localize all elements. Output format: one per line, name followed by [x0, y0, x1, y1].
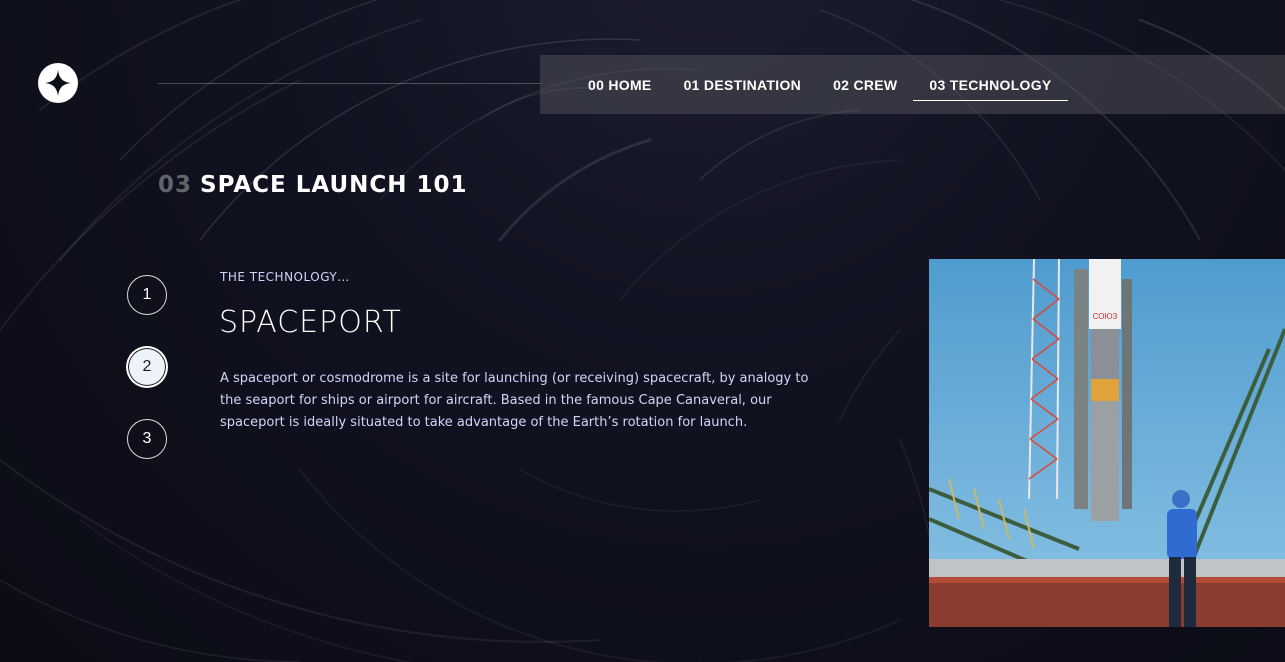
technology-eyebrow: THE TECHNOLOGY…	[220, 270, 350, 284]
spaceport-image: СОЮЗ	[929, 259, 1285, 627]
nav-item-destination[interactable]: 01 DESTINATION	[668, 55, 818, 114]
technology-description: A spaceport or cosmodrome is a site for …	[220, 371, 809, 430]
technology-name: SPACEPORT	[219, 305, 402, 340]
nav-item-crew[interactable]: 02 CREW	[817, 55, 913, 114]
step-button-2[interactable]: 2	[127, 347, 167, 387]
step-label: 3	[142, 430, 152, 447]
page-title: 03 SPACE LAUNCH 101	[158, 172, 468, 198]
star-icon	[45, 70, 71, 96]
svg-text:СОЮЗ: СОЮЗ	[1093, 312, 1118, 321]
step-label: 1	[142, 286, 152, 303]
logo[interactable]	[38, 63, 78, 103]
nav-item-home[interactable]: 00 HOME	[572, 55, 668, 114]
step-button-3[interactable]: 3	[127, 419, 167, 459]
page-number: 03	[158, 172, 193, 198]
header-divider	[158, 83, 542, 84]
nav-item-technology[interactable]: 03 TECHNOLOGY	[913, 55, 1068, 114]
main-nav: 00 HOME 01 DESTINATION 02 CREW 03 TECHNO…	[540, 55, 1285, 114]
step-label: 2	[129, 349, 165, 385]
step-button-1[interactable]: 1	[127, 275, 167, 315]
page-title-text: SPACE LAUNCH 101	[200, 172, 468, 198]
